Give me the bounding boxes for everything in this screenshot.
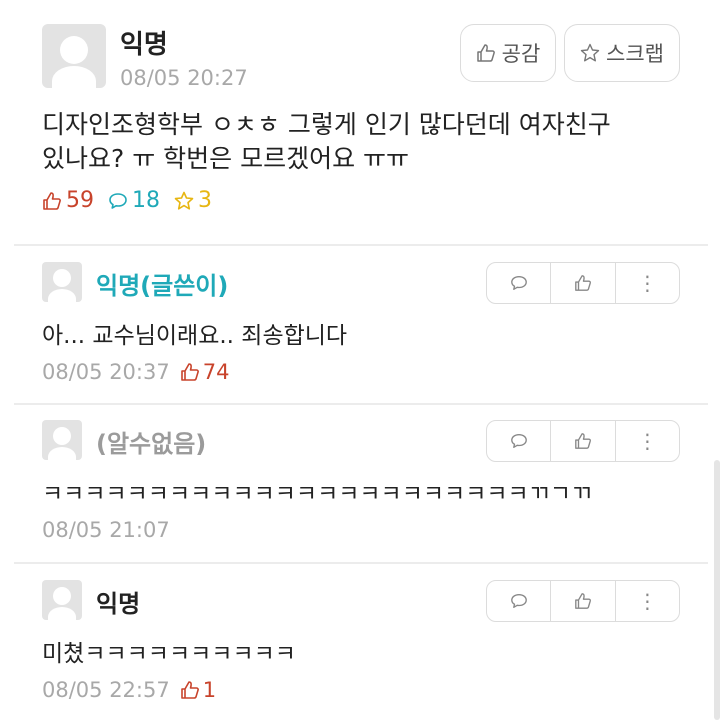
star-icon [174, 191, 194, 210]
section-divider [14, 244, 708, 246]
thumbs-up-icon [43, 191, 61, 210]
post-date: 08/05 20:27 [120, 66, 248, 90]
comment-date: 08/05 21:07 [42, 518, 170, 542]
scrollbar[interactable] [714, 460, 720, 720]
post-scrap-label: 스크랩 [606, 42, 664, 66]
comment-meta: 08/05 21:07 [42, 518, 170, 542]
post-body-line-2: 있나요? ㅠ 학번은 모르겠어요 ㅠㅠ [42, 144, 410, 173]
comment-author: 익명 [96, 590, 141, 618]
kebab-menu-icon: ⋮ [637, 271, 658, 295]
thumbs-up-icon [575, 433, 591, 449]
more-options-button[interactable]: ⋮ [616, 263, 679, 303]
thumbs-up-icon [180, 363, 199, 381]
comment-like-button[interactable] [551, 421, 616, 461]
comment-avatar [42, 580, 82, 620]
comment-like-count: 1 [180, 678, 216, 702]
post-scrap-count: 3 [174, 188, 212, 213]
thumbs-up-icon [180, 681, 199, 699]
thumbs-up-icon [476, 44, 495, 62]
post-comment-count: 18 [108, 188, 160, 213]
comment-date: 08/05 20:37 [42, 360, 170, 384]
speech-bubble-icon [109, 192, 127, 209]
kebab-menu-icon: ⋮ [637, 589, 658, 613]
comment-divider [14, 403, 708, 405]
comment-actions: ⋮ [486, 580, 680, 622]
more-options-button[interactable]: ⋮ [616, 421, 679, 461]
post-stats: 59 18 3 [42, 188, 226, 213]
comment-divider [14, 562, 708, 564]
comment-like-value: 1 [202, 678, 217, 702]
post-body: 디자인조형학부 ㅇㅊㅎ 그렇게 인기 많다던데 여자친구 있나요? ㅠ 학번은 … [42, 108, 682, 176]
post-author-name: 익명 [120, 30, 168, 60]
comment-like-count: 74 [180, 360, 230, 384]
comment-like-button[interactable] [551, 581, 616, 621]
reply-button[interactable] [487, 421, 552, 461]
thumbs-up-icon [575, 593, 591, 609]
star-icon [580, 43, 600, 62]
speech-bubble-icon [510, 276, 527, 290]
comment-actions: ⋮ [486, 420, 680, 462]
comment-author: 익명(글쓴이) [96, 272, 229, 300]
post-like-count: 59 [42, 188, 94, 213]
scrap-count-value: 3 [198, 188, 212, 213]
post-like-button[interactable]: 공감 [460, 24, 556, 82]
comment-meta: 08/05 22:57 1 [42, 678, 216, 702]
comment-meta: 08/05 20:37 74 [42, 360, 229, 384]
kebab-menu-icon: ⋮ [637, 429, 658, 453]
comment-avatar [42, 262, 82, 302]
more-options-button[interactable]: ⋮ [616, 581, 679, 621]
comment-actions: ⋮ [486, 262, 680, 304]
reply-button[interactable] [487, 263, 552, 303]
comment-text: ㅋㅋㅋㅋㅋㅋㅋㅋㅋㅋㅋㅋㅋㅋㅋㅋㅋㅋㅋㅋㅋㅋㅋㄲㄱㄲ [42, 481, 593, 507]
comment-like-button[interactable] [551, 263, 616, 303]
speech-bubble-icon [510, 594, 527, 608]
post-scrap-button[interactable]: 스크랩 [564, 24, 680, 82]
thumbs-up-icon [575, 275, 591, 291]
post-like-label: 공감 [501, 42, 541, 66]
comment-author: (알수없음) [96, 430, 207, 458]
comment-date: 08/05 22:57 [42, 678, 170, 702]
speech-bubble-icon [510, 434, 527, 448]
post-author-avatar [42, 24, 106, 88]
comment-like-value: 74 [202, 360, 230, 384]
comment-avatar [42, 420, 82, 460]
post-body-line-1: 디자인조형학부 ㅇㅊㅎ 그렇게 인기 많다던데 여자친구 [42, 110, 611, 139]
reply-button[interactable] [487, 581, 552, 621]
comment-text: 미쳤ㅋㅋㅋㅋㅋㅋㅋㅋㅋㅋ [42, 641, 296, 667]
comment-count-value: 18 [132, 188, 160, 213]
like-count-value: 59 [66, 188, 94, 213]
comment-text: 아... 교수님이래요.. 죄송합니다 [42, 323, 348, 349]
